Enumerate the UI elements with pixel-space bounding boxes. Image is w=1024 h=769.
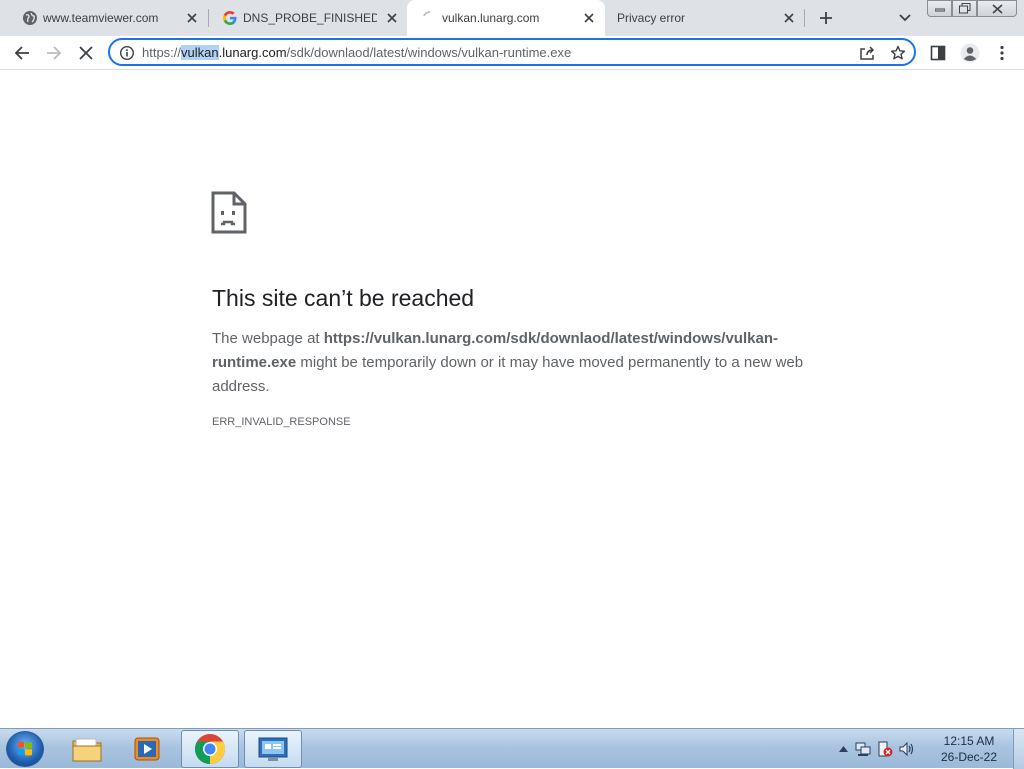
error-description: The webpage at https://vulkan.lunarg.com… xyxy=(212,327,817,399)
close-icon xyxy=(991,3,1003,14)
taskbar-chrome[interactable] xyxy=(181,730,239,768)
taskbar-clock[interactable]: 12:15 AM 26-Dec-22 xyxy=(930,733,1008,765)
tab-search-button[interactable] xyxy=(893,7,917,29)
taskbar-file-explorer[interactable] xyxy=(58,730,116,768)
clock-date: 26-Dec-22 xyxy=(940,750,998,764)
tab-privacy-error[interactable]: Privacy error xyxy=(605,0,803,36)
info-icon[interactable] xyxy=(119,45,135,61)
maximize-button[interactable] xyxy=(952,0,977,17)
file-explorer-icon xyxy=(72,738,102,762)
stop-icon xyxy=(79,46,93,60)
url-host: .lunarg.com xyxy=(218,45,287,60)
close-window-button[interactable] xyxy=(977,0,1017,17)
back-button[interactable] xyxy=(8,39,36,67)
loading-spinner-icon xyxy=(421,10,437,26)
share-icon xyxy=(860,46,875,60)
forward-button[interactable] xyxy=(40,39,68,67)
side-panel-button[interactable] xyxy=(924,39,952,67)
chevron-down-icon xyxy=(899,14,911,22)
browser-toolbar: https://vulkan.lunarg.com/sdk/downlaod/l… xyxy=(0,36,1024,70)
star-icon xyxy=(890,45,906,60)
error-desc-prefix: The webpage at xyxy=(212,330,324,347)
restore-icon xyxy=(958,3,970,14)
url-path: /sdk/downlaod/latest/windows/vulkan-runt… xyxy=(286,45,572,60)
url-host-selected: vulkan xyxy=(181,45,219,60)
globe-icon xyxy=(22,10,38,26)
close-tab-icon[interactable] xyxy=(184,10,200,26)
remote-desktop-icon xyxy=(258,737,288,761)
close-tab-icon[interactable] xyxy=(384,10,400,26)
stop-loading-button[interactable] xyxy=(72,39,100,67)
bookmark-button[interactable] xyxy=(889,44,907,62)
minimize-button[interactable] xyxy=(927,0,952,17)
start-button[interactable] xyxy=(6,731,44,767)
tab-teamviewer[interactable]: www.teamviewer.com xyxy=(8,0,208,36)
address-bar[interactable]: https://vulkan.lunarg.com/sdk/downlaod/l… xyxy=(108,38,916,66)
browser-window: www.teamviewer.com DNS_PROBE_FINISHED_N xyxy=(0,0,1024,728)
arrow-right-icon xyxy=(47,46,62,60)
volume-icon[interactable] xyxy=(896,741,918,757)
page-content: This site can’t be reached The webpage a… xyxy=(0,71,1024,728)
plus-icon xyxy=(820,12,832,24)
taskbar: 12:15 AM 26-Dec-22 xyxy=(0,728,1024,769)
tab-title: www.teamviewer.com xyxy=(43,11,159,25)
action-center-icon[interactable] xyxy=(874,741,896,757)
google-icon xyxy=(222,10,238,26)
arrow-left-icon xyxy=(14,46,29,60)
system-tray xyxy=(834,729,918,769)
tab-vulkan-active[interactable]: vulkan.lunarg.com xyxy=(407,0,605,36)
tab-title: vulkan.lunarg.com xyxy=(442,11,540,25)
chevron-up-icon xyxy=(838,746,848,752)
error-code: ERR_INVALID_RESPONSE xyxy=(212,416,351,428)
network-icon[interactable] xyxy=(852,741,874,757)
close-tab-icon[interactable] xyxy=(581,10,597,26)
minimize-icon xyxy=(934,8,945,11)
error-desc-suffix: might be temporarily down or it may have… xyxy=(212,354,804,395)
url-scheme: https:// xyxy=(142,45,182,60)
close-tab-icon[interactable] xyxy=(781,10,797,26)
windows-logo-icon xyxy=(18,741,32,756)
new-tab-button[interactable] xyxy=(814,6,838,30)
tab-dns-error[interactable]: DNS_PROBE_FINISHED_N xyxy=(208,0,406,36)
tab-strip: www.teamviewer.com DNS_PROBE_FINISHED_N xyxy=(0,0,1024,36)
media-player-icon xyxy=(134,737,160,761)
clock-time: 12:15 AM xyxy=(943,734,995,748)
chrome-icon xyxy=(194,734,226,765)
side-panel-icon xyxy=(930,45,946,61)
tab-title: Privacy error xyxy=(617,11,686,25)
tab-separator xyxy=(804,9,805,27)
share-button[interactable] xyxy=(858,44,876,62)
more-vert-icon xyxy=(1000,45,1004,61)
taskbar-remote-desktop[interactable] xyxy=(244,730,302,768)
show-hidden-icons-button[interactable] xyxy=(834,746,852,752)
address-url[interactable]: https://vulkan.lunarg.com/sdk/downlaod/l… xyxy=(142,44,571,62)
sad-page-icon xyxy=(210,191,248,235)
show-desktop-button[interactable] xyxy=(1013,729,1024,769)
taskbar-media-player[interactable] xyxy=(118,730,176,768)
avatar-icon xyxy=(960,43,980,63)
tab-title: DNS_PROBE_FINISHED_N xyxy=(243,11,377,25)
profile-button[interactable] xyxy=(956,39,984,67)
error-title: This site can’t be reached xyxy=(212,285,475,311)
menu-button[interactable] xyxy=(988,39,1016,67)
